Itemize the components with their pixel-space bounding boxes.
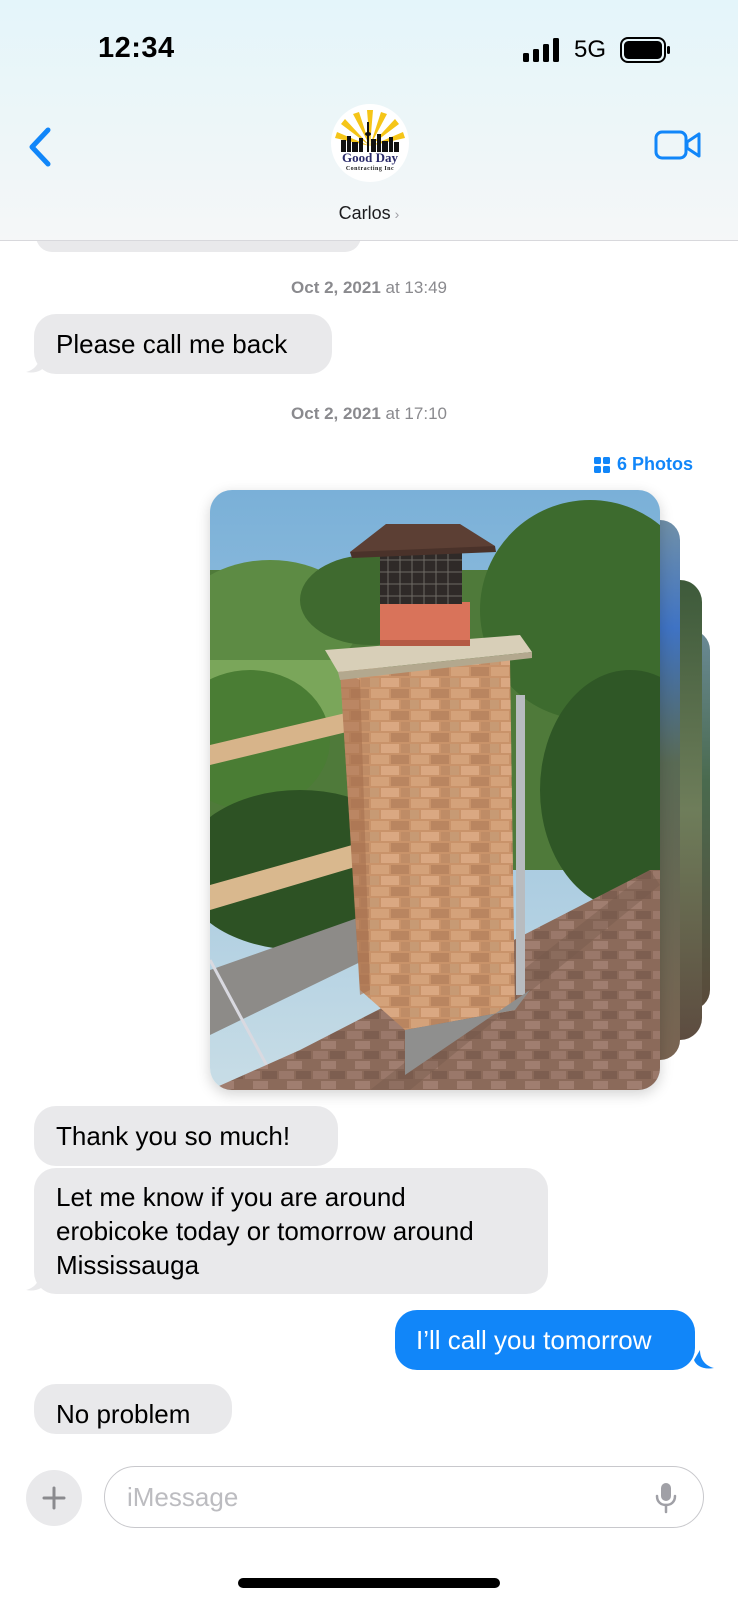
- grid-icon: [594, 456, 610, 473]
- chevron-right-icon: ›: [394, 206, 400, 222]
- facetime-video-icon[interactable]: [654, 128, 702, 162]
- contact-name: Carlos: [338, 203, 391, 223]
- microphone-icon[interactable]: [654, 1482, 678, 1514]
- timestamp: Oct 2, 2021 at 13:49: [291, 278, 447, 297]
- conversation-header: 12:34 5G Good Day Contracting Inc Carlos…: [0, 0, 738, 241]
- battery-icon: [620, 37, 670, 63]
- photo-stack[interactable]: [210, 490, 730, 1090]
- message-text: Thank you so much!: [56, 1121, 291, 1151]
- bubble-tail: [26, 1272, 46, 1291]
- message-text-line: erobicoke today or tomorrow around: [56, 1216, 474, 1246]
- contact-avatar[interactable]: Good Day Contracting Inc: [331, 104, 409, 182]
- incoming-message-bubble[interactable]: Let me know if you are around erobicoke …: [34, 1168, 548, 1294]
- message-input[interactable]: [104, 1466, 704, 1528]
- back-chevron-icon[interactable]: [24, 124, 58, 170]
- cellular-signal-icon: [523, 38, 559, 62]
- outgoing-message-bubble[interactable]: I’ll call you tomorrow: [395, 1310, 695, 1370]
- bubble-tail: [694, 1350, 714, 1369]
- photos-count-label: 6 Photos: [617, 454, 694, 474]
- incoming-message-bubble[interactable]: Please call me back: [34, 314, 332, 374]
- home-indicator[interactable]: [238, 1578, 500, 1588]
- plus-icon: [42, 1486, 66, 1510]
- photos-stack-link[interactable]: 6 Photos: [594, 454, 693, 475]
- chimney-photo[interactable]: [210, 490, 660, 1090]
- chimney-photo-image: [210, 490, 660, 1090]
- incoming-message-bubble[interactable]: Thank you so much!: [34, 1106, 338, 1166]
- plus-button[interactable]: [26, 1470, 82, 1526]
- message-text: No problem: [56, 1399, 191, 1429]
- status-time: 12:34: [98, 32, 175, 64]
- contact-name-button[interactable]: Carlos ›: [0, 203, 738, 224]
- timestamp: Oct 2, 2021 at 17:10: [291, 404, 447, 423]
- message-text: Please call me back: [56, 329, 288, 359]
- bubble-tail: [26, 354, 46, 373]
- company-logo-text: Good Day Contracting Inc: [342, 150, 398, 173]
- message-text-line: Mississauga: [56, 1250, 200, 1280]
- network-type: 5G: [574, 36, 607, 63]
- incoming-message-bubble[interactable]: No problem: [34, 1384, 232, 1434]
- message-text-line: Let me know if you are around: [56, 1182, 406, 1212]
- message-text: I’ll call you tomorrow: [416, 1325, 652, 1355]
